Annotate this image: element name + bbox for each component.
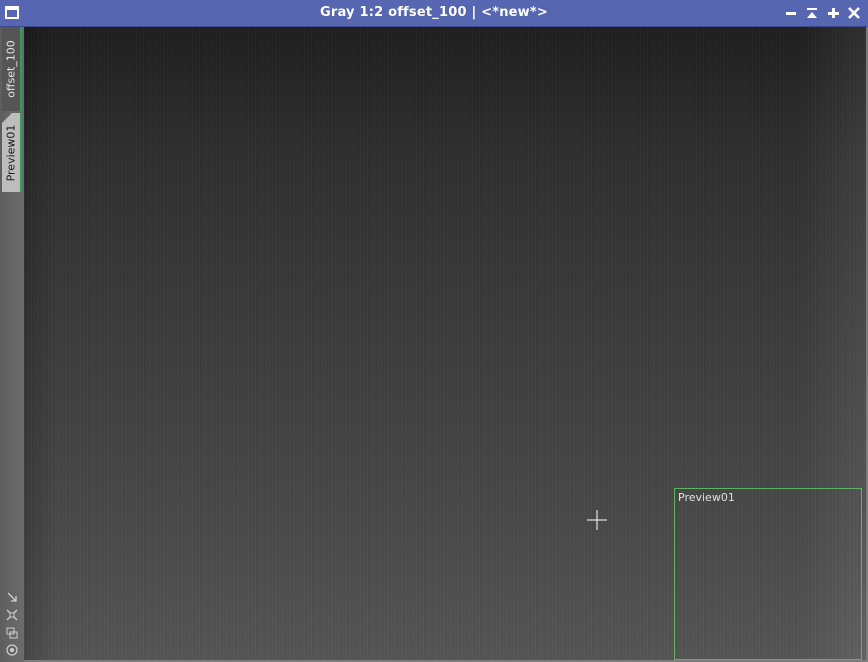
minimize-icon[interactable] bbox=[784, 6, 798, 20]
preview-rectangle[interactable]: Preview01 bbox=[674, 488, 862, 660]
image-viewport[interactable]: Preview01 bbox=[24, 27, 866, 660]
crosshair-cursor-icon bbox=[586, 509, 608, 531]
shade-icon[interactable] bbox=[805, 6, 819, 20]
preview-label: Preview01 bbox=[678, 491, 735, 504]
tab-preview01-label: Preview01 bbox=[4, 124, 18, 181]
clone-icon[interactable] bbox=[5, 625, 19, 639]
view-tab-strip: offset_100 Preview01 bbox=[0, 27, 24, 662]
close-icon[interactable] bbox=[847, 6, 861, 20]
window-titlebar[interactable]: Gray 1:2 offset_100 | <*new*> bbox=[0, 0, 868, 27]
tab-main-view[interactable]: offset_100 bbox=[2, 27, 22, 111]
image-window-frame: offset_100 Preview01 Preview01 bbox=[0, 27, 868, 662]
window-title: Gray 1:2 offset_100 | <*new*> bbox=[320, 5, 548, 20]
tab-main-view-label: offset_100 bbox=[4, 40, 18, 98]
settings-icon[interactable] bbox=[5, 642, 19, 656]
tab-preview01[interactable]: Preview01 bbox=[2, 113, 22, 192]
maximize-icon[interactable] bbox=[826, 6, 840, 20]
fit-view-icon[interactable] bbox=[5, 589, 19, 603]
zoom-to-fit-icon[interactable] bbox=[5, 607, 19, 621]
